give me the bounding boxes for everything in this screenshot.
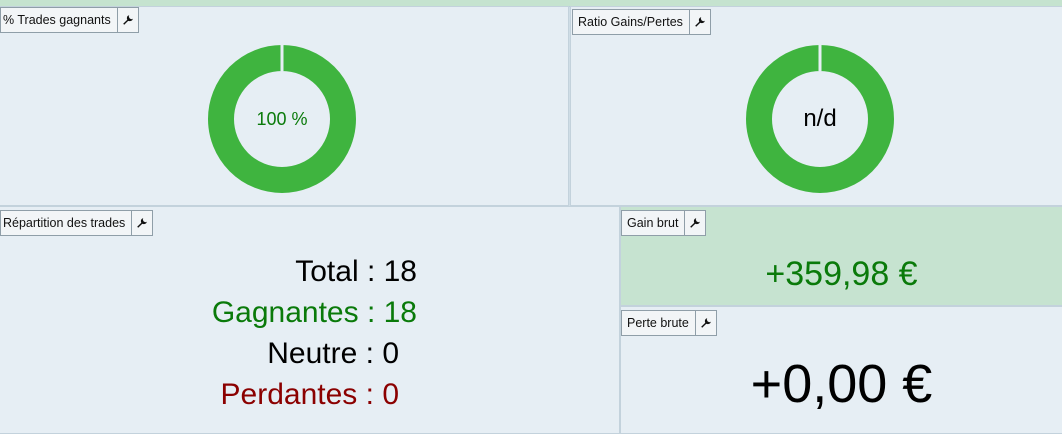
row-value: 18 [383,296,417,329]
row-separator: : [358,255,384,288]
wrench-icon[interactable] [684,211,705,235]
panel-title: Ratio Gains/Pertes [578,15,683,29]
panel-title: % Trades gagnants [3,13,111,27]
panel-title: Gain brut [627,216,679,230]
row-label: Gagnantes [211,296,359,329]
row-separator: : [358,296,384,329]
panel-gain-brut: Gain brut +359,98 € [620,206,1062,306]
panel-perte-brute: Perte brute +0,00 € [620,306,1062,434]
wrench-icon[interactable] [688,10,710,34]
ratio-donut: n/d [746,45,894,193]
row-gagnantes: Gagnantes : 18 [212,296,417,330]
row-perdantes: Perdantes : 0 [221,378,399,412]
gain-brut-value: +359,98 € [765,255,918,293]
row-label: Perdantes [220,378,358,411]
panel-header: Répartition des trades [0,210,154,236]
row-value: 0 [382,337,399,370]
donut-value: 100 % [256,108,308,129]
perte-brute-value: +0,00 € [750,354,933,414]
panel-title: Perte brute [627,316,689,330]
row-separator: : [357,378,383,411]
row-label: Neutre [267,337,358,370]
row-label: Total [295,255,359,288]
panel-repartition-trades: Répartition des trades Total : 18 Gagnan… [0,206,620,434]
panel-header: Ratio Gains/Pertes [572,9,711,35]
wrench-icon[interactable] [131,211,152,235]
panel-trades-gagnants: % Trades gagnants 100 % [0,6,569,206]
win-rate-donut: 100 % [208,45,356,193]
row-value: 18 [383,255,417,288]
panel-header: Gain brut [621,210,707,236]
row-total: Total : 18 [295,255,417,289]
panel-header: Perte brute [621,310,717,336]
wrench-icon[interactable] [116,8,138,32]
row-neutre: Neutre : 0 [267,337,399,371]
panel-ratio-gains-pertes: Ratio Gains/Pertes n/d [570,6,1062,206]
wrench-icon[interactable] [694,311,716,335]
row-value: 0 [382,378,399,411]
donut-value: n/d [803,105,837,132]
row-separator: : [357,337,383,370]
panel-title: Répartition des trades [3,216,126,230]
panel-header: % Trades gagnants [0,7,139,33]
